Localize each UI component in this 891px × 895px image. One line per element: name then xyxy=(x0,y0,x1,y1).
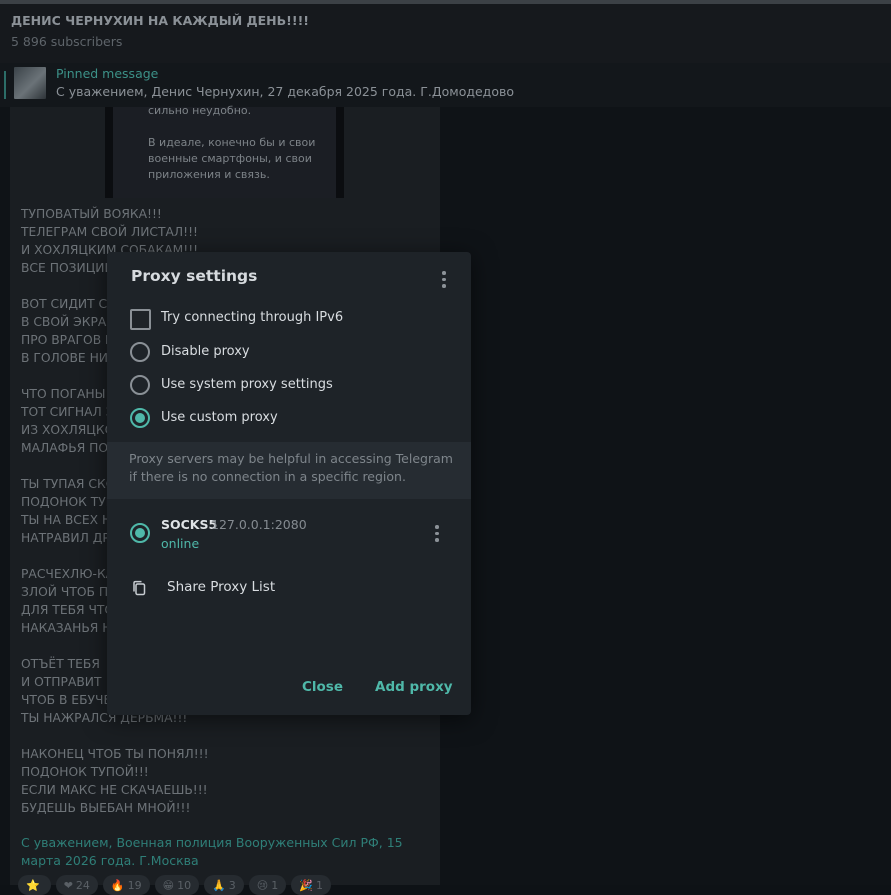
reaction-party[interactable]: 🎉 1 xyxy=(291,875,331,895)
ipv6-checkbox-option[interactable]: Try connecting through IPv6 xyxy=(129,307,449,331)
reaction-count: 10 xyxy=(177,878,192,892)
disable-proxy-option[interactable]: Disable proxy xyxy=(129,341,449,365)
star-icon: ⭐ xyxy=(26,878,40,892)
cry-icon: 😢 xyxy=(256,878,269,892)
image-text: сильно неудобно. В идеале, конечно бы и … xyxy=(148,104,316,181)
reaction-count: 1 xyxy=(315,878,323,892)
fire-icon: 🔥 xyxy=(110,878,125,892)
pinned-indicator xyxy=(4,71,6,99)
party-icon: 🎉 xyxy=(299,878,313,892)
image-content: сильно неудобно. В идеале, конечно бы и … xyxy=(113,104,336,198)
reaction-count: 19 xyxy=(127,878,142,892)
reaction-count: 24 xyxy=(75,878,90,892)
dialog-title: Proxy settings xyxy=(131,267,258,285)
reaction-count: 3 xyxy=(228,878,236,892)
reaction-count: 1 xyxy=(271,878,279,892)
custom-proxy-option[interactable]: Use custom proxy xyxy=(129,407,449,431)
add-proxy-button[interactable]: Add proxy xyxy=(375,679,453,695)
reaction-heart[interactable]: ❤ 24 xyxy=(55,875,98,895)
pray-icon: 🙏 xyxy=(212,878,226,892)
system-proxy-radio[interactable] xyxy=(130,375,150,395)
grin-icon: 😁 xyxy=(162,878,175,892)
proxy-address: 127.0.0.1:2080 xyxy=(211,517,307,532)
reaction-fire[interactable]: 🔥 19 xyxy=(102,875,150,895)
share-proxy-list-button[interactable]: Share Proxy List xyxy=(131,578,431,600)
disable-proxy-radio[interactable] xyxy=(130,342,150,362)
channel-title: ДЕНИС ЧЕРНУХИН НА КАЖДЫЙ ДЕНЬ!!!! xyxy=(11,13,309,28)
reaction-pray[interactable]: 🙏 3 xyxy=(204,875,244,895)
copy-icon xyxy=(133,580,146,596)
close-button[interactable]: Close xyxy=(302,679,343,695)
info-section: Proxy servers may be helpful in accessin… xyxy=(107,442,471,499)
info-text: Proxy servers may be helpful in accessin… xyxy=(129,451,453,484)
reaction-cry[interactable]: 😢 1 xyxy=(248,875,287,895)
disable-proxy-label: Disable proxy xyxy=(161,344,250,359)
proxy-entry[interactable]: SOCKS5 127.0.0.1:2080 online xyxy=(129,516,449,556)
proxy-type: SOCKS5 xyxy=(161,517,218,532)
reactions-bar: ⭐ ❤ 24 🔥 19 😁 10 🙏 3 😢 1 🎉 1 xyxy=(18,875,438,895)
custom-proxy-radio[interactable] xyxy=(130,408,150,428)
ipv6-checkbox[interactable] xyxy=(130,309,151,330)
channel-subscribers: 5 896 subscribers xyxy=(11,34,123,49)
pinned-label: Pinned message xyxy=(56,66,159,81)
proxy-entry-radio[interactable] xyxy=(130,523,150,543)
reaction-grin[interactable]: 😁 10 xyxy=(154,875,200,895)
custom-proxy-label: Use custom proxy xyxy=(161,410,278,425)
ipv6-label: Try connecting through IPv6 xyxy=(161,310,344,325)
system-proxy-label: Use system proxy settings xyxy=(161,377,333,392)
pinned-thumbnail xyxy=(14,67,46,99)
system-proxy-option[interactable]: Use system proxy settings xyxy=(129,374,449,398)
share-proxy-label: Share Proxy List xyxy=(167,579,276,595)
pinned-message-bar[interactable]: Pinned message С уважением, Денис Чернух… xyxy=(0,63,891,107)
proxy-more-icon[interactable] xyxy=(435,525,439,542)
reaction-star[interactable]: ⭐ xyxy=(18,875,51,895)
channel-header[interactable]: ДЕНИС ЧЕРНУХИН НА КАЖДЫЙ ДЕНЬ!!!! 5 896 … xyxy=(0,4,891,63)
heart-icon: ❤ xyxy=(63,878,73,892)
message-image[interactable]: сильно неудобно. В идеале, конечно бы и … xyxy=(105,104,344,198)
pinned-text: С уважением, Денис Чернухин, 27 декабря … xyxy=(56,84,514,99)
more-menu-icon[interactable] xyxy=(437,271,451,289)
proxy-settings-dialog: Proxy settings Try connecting through IP… xyxy=(107,252,471,715)
proxy-status: online xyxy=(161,536,200,551)
message-signature: С уважением, Военная полиция Вооруженных… xyxy=(21,835,403,868)
